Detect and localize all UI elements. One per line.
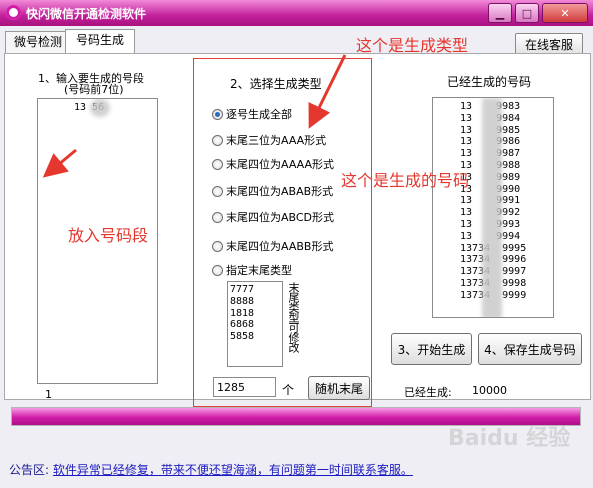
arrow-to-type — [308, 54, 347, 129]
app-window: 快闪微信开通检测软件 ▁ □ ✕ 微号检测 号码生成 在线客服 1、输入要生成的… — [0, 0, 593, 488]
annotation-arrows — [42, 54, 347, 178]
watermark: Baidu 经验 — [448, 426, 571, 451]
arrow-to-segment — [42, 148, 77, 178]
